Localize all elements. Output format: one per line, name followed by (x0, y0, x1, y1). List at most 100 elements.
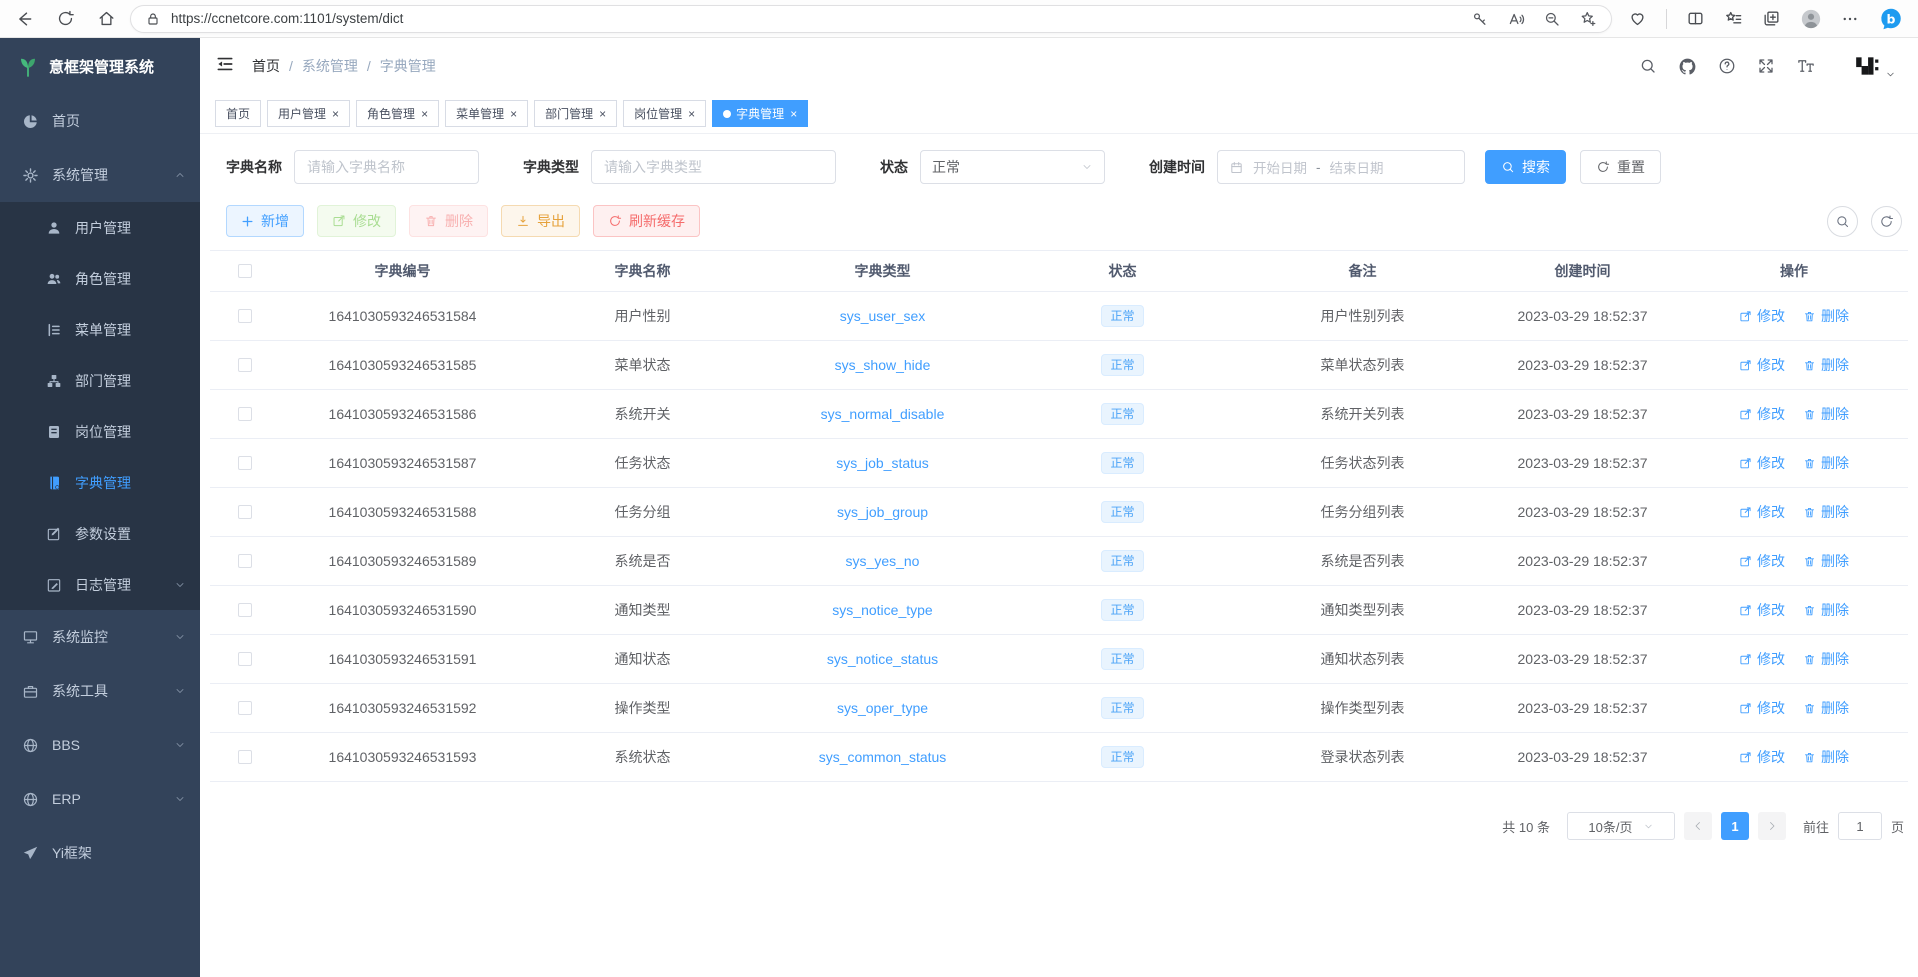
sidebar-item-bbs[interactable]: BBS (0, 718, 200, 772)
breadcrumb-home[interactable]: 首页 (252, 56, 280, 76)
row-delete-button[interactable]: 删除 (1803, 649, 1849, 669)
tab-home[interactable]: 首页 (215, 100, 261, 127)
row-checkbox[interactable] (238, 603, 252, 617)
dict-type-link[interactable]: sys_notice_status (827, 651, 938, 667)
delete-button[interactable]: 删除 (409, 205, 488, 237)
collections-button[interactable] (1762, 9, 1781, 28)
sidebar-item-parameters[interactable]: 参数设置 (0, 508, 200, 559)
browser-back-button[interactable] (14, 9, 34, 29)
password-key-button[interactable] (1471, 10, 1489, 28)
refresh-cache-button[interactable]: 刷新缓存 (593, 205, 700, 237)
row-edit-button[interactable]: 修改 (1739, 649, 1785, 669)
dict-type-link[interactable]: sys_user_sex (840, 308, 926, 324)
sidebar-item-departments[interactable]: 部门管理 (0, 355, 200, 406)
row-delete-button[interactable]: 删除 (1803, 698, 1849, 718)
row-edit-button[interactable]: 修改 (1739, 747, 1785, 767)
browser-essentials-button[interactable] (1628, 9, 1647, 28)
dict-type-link[interactable]: sys_show_hide (835, 357, 931, 373)
status-select[interactable]: 正常 (920, 150, 1105, 184)
github-button[interactable] (1678, 57, 1697, 76)
close-icon[interactable]: × (688, 108, 695, 120)
sidebar-toggle-button[interactable] (215, 54, 235, 79)
sidebar-item-home[interactable]: 首页 (0, 94, 200, 148)
browser-home-button[interactable] (97, 9, 116, 28)
dict-type-link[interactable]: sys_yes_no (846, 553, 920, 569)
row-delete-button[interactable]: 删除 (1803, 502, 1849, 522)
row-edit-button[interactable]: 修改 (1739, 306, 1785, 326)
row-checkbox[interactable] (238, 750, 252, 764)
row-checkbox[interactable] (238, 554, 252, 568)
close-icon[interactable]: × (510, 108, 517, 120)
dict-type-input[interactable] (591, 150, 836, 184)
page-size-select[interactable]: 10条/页 (1567, 812, 1675, 840)
date-range-picker[interactable]: 开始日期 - 结束日期 (1217, 150, 1465, 184)
current-page[interactable]: 1 (1721, 812, 1749, 840)
row-checkbox[interactable] (238, 505, 252, 519)
tab-users[interactable]: 用户管理× (267, 100, 350, 127)
row-checkbox[interactable] (238, 652, 252, 666)
select-all-checkbox[interactable] (238, 264, 252, 278)
row-delete-button[interactable]: 删除 (1803, 747, 1849, 767)
row-checkbox[interactable] (238, 407, 252, 421)
sidebar-item-users[interactable]: 用户管理 (0, 202, 200, 253)
row-edit-button[interactable]: 修改 (1739, 404, 1785, 424)
row-edit-button[interactable]: 修改 (1739, 551, 1785, 571)
refresh-table-button[interactable] (1871, 206, 1902, 237)
row-edit-button[interactable]: 修改 (1739, 698, 1785, 718)
dict-type-link[interactable]: sys_normal_disable (821, 406, 945, 422)
goto-page-input[interactable] (1838, 812, 1882, 840)
browser-refresh-button[interactable] (56, 9, 75, 28)
url-bar[interactable]: https://ccnetcore.com:1101/system/dict (130, 5, 1612, 33)
export-button[interactable]: 导出 (501, 205, 580, 237)
tab-posts[interactable]: 岗位管理× (623, 100, 706, 127)
yi-logo-menu[interactable] (1851, 53, 1896, 80)
row-edit-button[interactable]: 修改 (1739, 453, 1785, 473)
row-delete-button[interactable]: 删除 (1803, 306, 1849, 326)
sidebar-item-posts[interactable]: 岗位管理 (0, 406, 200, 457)
row-delete-button[interactable]: 删除 (1803, 404, 1849, 424)
sidebar-item-erp[interactable]: ERP (0, 772, 200, 826)
sidebar-item-menus[interactable]: 菜单管理 (0, 304, 200, 355)
bing-chat-button[interactable]: b (1878, 6, 1904, 32)
read-aloud-button[interactable] (1507, 10, 1525, 28)
add-button[interactable]: 新增 (226, 205, 304, 237)
more-button[interactable] (1841, 10, 1859, 28)
row-edit-button[interactable]: 修改 (1739, 355, 1785, 375)
close-icon[interactable]: × (790, 108, 797, 120)
reset-button[interactable]: 重置 (1580, 150, 1661, 184)
dict-type-link[interactable]: sys_common_status (819, 749, 947, 765)
sidebar-item-system[interactable]: 系统管理 (0, 148, 200, 202)
sidebar-item-roles[interactable]: 角色管理 (0, 253, 200, 304)
row-checkbox[interactable] (238, 358, 252, 372)
dict-type-link[interactable]: sys_job_group (837, 504, 928, 520)
row-delete-button[interactable]: 删除 (1803, 551, 1849, 571)
profile-button[interactable] (1800, 8, 1822, 30)
split-screen-button[interactable] (1686, 9, 1705, 28)
row-delete-button[interactable]: 删除 (1803, 355, 1849, 375)
edit-button[interactable]: 修改 (317, 205, 396, 237)
close-icon[interactable]: × (421, 108, 428, 120)
breadcrumb-system[interactable]: 系统管理 (302, 56, 358, 76)
row-delete-button[interactable]: 删除 (1803, 453, 1849, 473)
next-page-button[interactable] (1758, 812, 1786, 840)
header-search-button[interactable] (1639, 57, 1657, 75)
row-checkbox[interactable] (238, 309, 252, 323)
tab-menus[interactable]: 菜单管理× (445, 100, 528, 127)
show-search-toggle-button[interactable] (1827, 206, 1858, 237)
add-favorite-button[interactable] (1579, 10, 1597, 28)
close-icon[interactable]: × (599, 108, 606, 120)
tab-departments[interactable]: 部门管理× (534, 100, 617, 127)
sidebar-item-tools[interactable]: 系统工具 (0, 664, 200, 718)
sidebar-item-yiframe[interactable]: Yi框架 (0, 826, 200, 880)
tab-dictionary[interactable]: 字典管理× (712, 100, 808, 127)
zoom-out-button[interactable] (1543, 10, 1561, 28)
prev-page-button[interactable] (1684, 812, 1712, 840)
row-edit-button[interactable]: 修改 (1739, 600, 1785, 620)
help-button[interactable] (1718, 57, 1736, 75)
favorites-button[interactable] (1724, 9, 1743, 28)
row-delete-button[interactable]: 删除 (1803, 600, 1849, 620)
close-icon[interactable]: × (332, 108, 339, 120)
row-checkbox[interactable] (238, 456, 252, 470)
sidebar-item-logs[interactable]: 日志管理 (0, 559, 200, 610)
dict-type-link[interactable]: sys_job_status (836, 455, 929, 471)
